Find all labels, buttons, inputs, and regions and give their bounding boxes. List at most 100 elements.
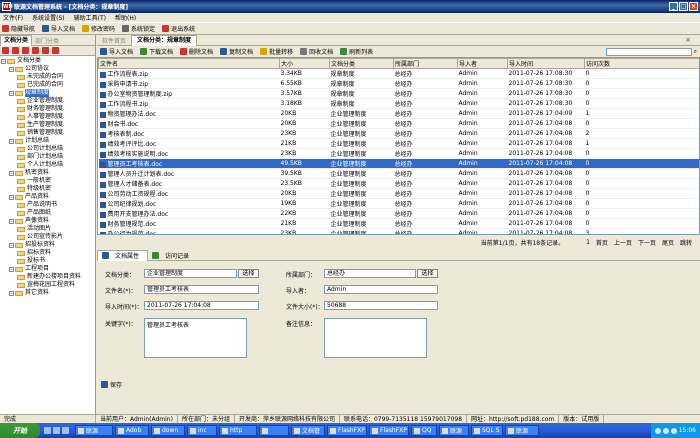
table-row[interactable]: 绩效考核实施说明.doc 23KB 企业管理制度 总经办 Admin 2011-07-26… xyxy=(98,148,699,159)
tree-node[interactable]: 产品说明书 xyxy=(1,201,95,209)
expand-toggle-icon[interactable]: − xyxy=(9,138,14,144)
taskbar-item[interactable]: Adob xyxy=(115,425,149,436)
table-row[interactable]: 办公行为规范.doc 23KB 企业管理制度 总经办 Admin 2011-07-26 1… xyxy=(98,228,699,234)
ie-icon[interactable] xyxy=(44,427,51,434)
expand-toggle-icon[interactable]: − xyxy=(9,170,14,176)
delete-category-icon[interactable] xyxy=(32,47,39,54)
filename-field[interactable]: 管理员工考核表 xyxy=(144,285,259,294)
taskbar-item[interactable]: FlashFXP xyxy=(369,425,409,436)
change-password-button[interactable]: 修改密码 xyxy=(82,24,115,33)
expand-toggle-icon[interactable]: − xyxy=(9,266,14,272)
importer-field[interactable]: Admin xyxy=(324,285,438,294)
choose-department-button[interactable]: 选择 xyxy=(417,269,438,278)
tree-node[interactable]: 未完成的合同 xyxy=(1,73,95,81)
hide-nav-button[interactable]: 隐藏导航 xyxy=(2,24,35,33)
pager-first[interactable]: 首页 xyxy=(596,238,608,247)
column-header[interactable]: 大小 xyxy=(279,58,330,69)
tray-icon[interactable] xyxy=(662,427,669,434)
menu-file[interactable]: 文件(F) xyxy=(3,13,23,22)
pager-last[interactable]: 尾页 xyxy=(662,238,674,247)
taskbar-item[interactable]: http xyxy=(219,425,257,436)
search-icon[interactable]: ⌕ xyxy=(694,48,697,56)
table-row[interactable]: 管理员工考核表.doc 49.5KB 企业管理制度 总经办 Admin 2011-07-2… xyxy=(98,158,699,169)
move-down-icon[interactable] xyxy=(52,47,59,54)
taskbar-item[interactable]: 联源 xyxy=(439,425,469,436)
pager-prev[interactable]: 上一页 xyxy=(614,238,632,247)
tree-node[interactable]: − 声像资料 xyxy=(1,217,95,225)
move-up-icon[interactable] xyxy=(42,47,49,54)
column-header[interactable]: 导入者 xyxy=(457,58,508,69)
add-category-icon[interactable] xyxy=(2,47,9,54)
taskbar-item[interactable]: SQL S xyxy=(471,425,503,436)
import-doc-button[interactable]: 导入文档 xyxy=(42,24,75,33)
delete-doc-button[interactable]: 删除文档 xyxy=(180,47,213,56)
import-doc-button[interactable]: 导入文档 xyxy=(100,47,133,56)
menu-tools[interactable]: 辅助工具(T) xyxy=(74,13,106,22)
table-row[interactable]: 物资管理办法.doc 20KB 企业管理制度 总经办 Admin 2011-07-26 1… xyxy=(98,108,699,119)
table-row[interactable]: 工作流程书.zip 3.18KB 规章制度 总经办 Admin 2011-07-26 17… xyxy=(98,98,699,109)
copy-doc-button[interactable]: 复制文档 xyxy=(220,47,253,56)
category-field[interactable]: 企业管理制度 xyxy=(144,269,237,278)
tray-icon[interactable] xyxy=(654,427,661,434)
column-header[interactable]: 文档分类 xyxy=(329,58,394,69)
column-header[interactable]: 访问次数 xyxy=(584,58,699,69)
tree-node[interactable]: 新建办公楼项目资料 xyxy=(1,273,95,281)
tree-node[interactable]: 宣梅花园工程资料 xyxy=(1,281,95,289)
recycle-doc-button[interactable]: 回收文档 xyxy=(300,47,333,56)
table-row[interactable]: 管理人员升迁计划表.doc 39.5KB 企业管理制度 总经办 Admin 2011-07… xyxy=(98,168,699,179)
exit-system-button[interactable]: 退出系统 xyxy=(162,24,195,33)
tree-node[interactable]: − 招投标资料 xyxy=(1,241,95,249)
table-row[interactable]: 财会书.doc 20KB 企业管理制度 总经办 Admin 2011-07-26 17:0… xyxy=(98,118,699,129)
pager-next[interactable]: 下一页 xyxy=(638,238,656,247)
close-tab-icon[interactable]: × xyxy=(680,36,696,44)
tree-node[interactable]: 财务管理制度 xyxy=(1,105,95,113)
expand-toggle-icon[interactable]: − xyxy=(9,290,14,296)
add-subcategory-icon[interactable] xyxy=(12,47,19,54)
table-row[interactable]: 公司纪律规划.doc 19KB 企业管理制度 总经办 Admin 2011-07-26 1… xyxy=(98,198,699,209)
tree-node[interactable]: − 机密资料 xyxy=(1,169,95,177)
tree-node[interactable]: 产品图纸 xyxy=(1,209,95,217)
table-row[interactable]: 办公室物资管理制度.zip 3.57KB 规章制度 总经办 Admin 2011-07-2… xyxy=(98,88,699,99)
table-row[interactable]: 工作流程表.zip 3.34KB 规章制度 总经办 Admin 2011-07-26 17… xyxy=(98,68,699,79)
keywords-field[interactable]: 管理员工考核表 xyxy=(144,318,247,358)
minimize-icon[interactable]: _ xyxy=(669,2,678,11)
table-row[interactable]: 考核表制.doc 23KB 企业管理制度 总经办 Admin 2011-07-26 17:… xyxy=(98,128,699,139)
tree-node[interactable]: 销售管理制度 xyxy=(1,129,95,137)
tree-node[interactable]: 活动图片 xyxy=(1,225,95,233)
tree-node[interactable]: 个人计划总结 xyxy=(1,161,95,169)
tab-access-log[interactable]: 访问记录 xyxy=(148,251,197,260)
tree-node[interactable]: 部门计划总结 xyxy=(1,153,95,161)
taskbar-item[interactable]: inc xyxy=(187,425,217,436)
taskbar-item[interactable]: 联源 xyxy=(75,425,113,436)
tree-node[interactable]: 人事管理制度 xyxy=(1,113,95,121)
search-input[interactable] xyxy=(605,47,692,56)
maximize-icon[interactable]: □ xyxy=(679,2,688,11)
taskbar-item[interactable]: FlashFXP xyxy=(327,425,367,436)
media-icon[interactable] xyxy=(62,427,69,434)
tree-node[interactable]: 特级机密 xyxy=(1,185,95,193)
tree-node[interactable]: 生产管理制度 xyxy=(1,121,95,129)
taskbar-item[interactable]: down xyxy=(151,425,185,436)
column-header[interactable]: 文件名 xyxy=(98,58,280,69)
tree-node[interactable]: 招标资料 xyxy=(1,249,95,257)
remarks-field[interactable] xyxy=(324,318,427,358)
tree-node[interactable]: − 产品资料 xyxy=(1,193,95,201)
taskbar-item[interactable]: 联源 xyxy=(505,425,539,436)
tab-doc-properties[interactable]: 文档属性 xyxy=(97,249,149,261)
tree-node[interactable]: − 其它资料 xyxy=(1,289,95,297)
save-button[interactable]: 保存 xyxy=(101,380,122,389)
tray-icon[interactable] xyxy=(670,427,677,434)
tab-doc-category[interactable]: 文档分类 xyxy=(0,34,33,46)
tree-node[interactable]: 投标书 xyxy=(1,257,95,265)
tree-node[interactable]: − 文档分类 xyxy=(1,57,95,65)
tab-home[interactable]: 软件首页 xyxy=(97,36,131,45)
tab-dept-category[interactable]: 部门分类 xyxy=(32,36,62,45)
expand-toggle-icon[interactable]: − xyxy=(9,66,14,72)
taskbar-item[interactable]: QQ xyxy=(411,425,437,436)
close-icon[interactable]: × xyxy=(689,2,698,11)
expand-toggle-icon[interactable]: − xyxy=(9,218,14,224)
table-row[interactable]: 管理人才储备表.doc 23.5KB 企业管理制度 总经办 Admin 2011-07-2… xyxy=(98,178,699,189)
table-row[interactable]: 绩效考评评比.doc 21KB 企业管理制度 总经办 Admin 2011-07-26 1… xyxy=(98,138,699,149)
tree-node[interactable]: − 规章制度 xyxy=(1,89,95,97)
edit-category-icon[interactable] xyxy=(22,47,29,54)
